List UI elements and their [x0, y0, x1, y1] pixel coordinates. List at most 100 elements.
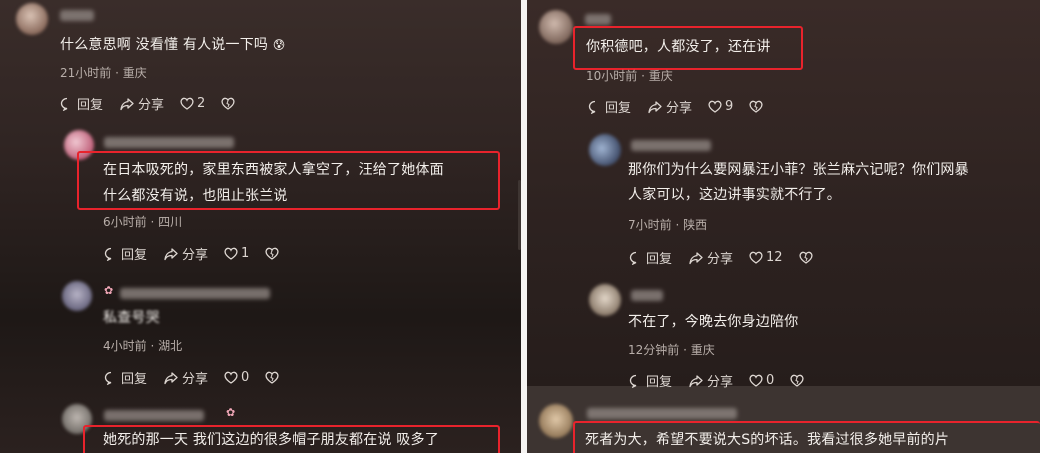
- broken-heart-icon: [265, 371, 279, 384]
- dislike-button[interactable]: [799, 251, 816, 264]
- comment-actions: 回复 分享 9: [588, 97, 782, 116]
- comment-text: 死者为大，希望不要说大S的坏话。我看过很多她早前的片: [585, 430, 1037, 450]
- reply-icon: [588, 100, 596, 114]
- comment-text: 什么意思啊 没看懂 有人说一下吗 😰: [60, 35, 285, 55]
- reply-label: 回复: [121, 372, 148, 387]
- share-button[interactable]: 分享: [163, 244, 208, 263]
- reply-label: 回复: [77, 98, 104, 113]
- flower-icon: ✿: [226, 406, 236, 419]
- comment-text-content: 你积德吧，人都没了，还在讲: [586, 39, 771, 55]
- share-button[interactable]: 分享: [688, 248, 733, 267]
- like-button[interactable]: 0: [749, 373, 774, 388]
- left-comment-screenshot: 什么意思啊 没看懂 有人说一下吗 😰 21小时前 · 重庆 回复 分享 2 在日…: [0, 0, 521, 453]
- right-comment-screenshot: 你积德吧，人都没了，还在讲 10小时前 · 重庆 回复 分享 9 那你们为什么要…: [527, 0, 1040, 453]
- comment-meta: 21小时前 · 重庆: [60, 64, 147, 81]
- broken-heart-icon: [265, 247, 279, 260]
- broken-heart-icon: [749, 100, 763, 113]
- comment-actions: 回复 分享 2: [60, 94, 254, 113]
- broken-heart-icon: [221, 97, 235, 110]
- share-label: 分享: [182, 248, 209, 263]
- comment-meta: 12分钟前 · 重庆: [628, 341, 715, 358]
- share-icon: [164, 371, 178, 384]
- comment-meta: 7小时前 · 陕西: [628, 216, 707, 233]
- dislike-button[interactable]: [749, 100, 766, 113]
- share-button[interactable]: 分享: [688, 371, 733, 390]
- comment-location: 四川: [158, 215, 183, 229]
- heart-icon: [224, 371, 238, 384]
- share-icon: [120, 97, 134, 110]
- comment-time: 4小时前: [103, 339, 147, 353]
- reply-button[interactable]: 回复: [60, 94, 103, 113]
- reply-label: 回复: [605, 101, 632, 116]
- username-blurred[interactable]: [60, 10, 94, 21]
- separator: ·: [641, 69, 645, 83]
- username-blurred[interactable]: [587, 408, 737, 419]
- heart-icon: [224, 247, 238, 260]
- share-button[interactable]: 分享: [647, 97, 692, 116]
- comment-line: 那你们为什么要网暴汪小菲？张兰麻六记呢？你们网暴: [628, 162, 969, 178]
- like-count: 2: [197, 96, 206, 111]
- comment-actions: 回复 分享 1: [104, 244, 298, 263]
- like-button[interactable]: 2: [180, 96, 205, 111]
- share-button[interactable]: 分享: [119, 94, 164, 113]
- reply-button[interactable]: 回复: [629, 248, 672, 267]
- comment-line: 在日本吸死的，家里东西被家人拿空了，汪给了她体面: [103, 162, 444, 178]
- comment-text: 她死的那一天 我们这边的很多帽子朋友都在说 吸多了: [103, 430, 439, 450]
- heart-icon: [749, 374, 763, 387]
- dislike-button[interactable]: [265, 371, 282, 384]
- avatar[interactable]: [539, 404, 573, 438]
- like-count: 12: [766, 250, 783, 265]
- like-count: 1: [241, 246, 250, 261]
- avatar[interactable]: [589, 134, 621, 166]
- username-blurred[interactable]: [631, 290, 663, 301]
- comment-line: 人家可以，这边讲事实就不行了。: [628, 187, 841, 203]
- share-icon: [164, 247, 178, 260]
- reply-icon: [629, 251, 637, 265]
- dislike-button[interactable]: [221, 97, 238, 110]
- heart-icon: [180, 97, 194, 110]
- like-button[interactable]: 1: [224, 246, 249, 261]
- comment-meta: 4小时前 · 湖北: [103, 337, 182, 354]
- comment-meta: 10小时前 · 重庆: [586, 67, 673, 84]
- like-count: 9: [725, 99, 734, 114]
- comment-text-content: 私查号哭: [103, 310, 160, 326]
- reply-button[interactable]: 回复: [104, 244, 147, 263]
- comment-text: 那你们为什么要网暴汪小菲？张兰麻六记呢？你们网暴 人家可以，这边讲事实就不行了。: [628, 160, 969, 205]
- reply-icon: [104, 247, 112, 261]
- username-blurred[interactable]: [104, 137, 234, 148]
- comment-time: 7小时前: [628, 218, 672, 232]
- comment-location: 陕西: [683, 218, 708, 232]
- comment-text: 在日本吸死的，家里东西被家人拿空了，汪给了她体面 什么都没有说，也阻止张兰说: [103, 160, 444, 206]
- like-button[interactable]: 9: [708, 99, 733, 114]
- share-label: 分享: [182, 372, 209, 387]
- like-count: 0: [241, 370, 250, 385]
- comment-actions: 回复 分享 0: [629, 371, 823, 390]
- reply-label: 回复: [646, 252, 673, 267]
- separator: ·: [150, 339, 155, 353]
- share-button[interactable]: 分享: [163, 368, 208, 387]
- dislike-button[interactable]: [265, 247, 282, 260]
- username-blurred[interactable]: [631, 140, 711, 151]
- username-blurred[interactable]: [585, 14, 611, 25]
- comment-location: 重庆: [648, 69, 673, 83]
- comment-text: 你积德吧，人都没了，还在讲: [586, 37, 771, 57]
- avatar[interactable]: [16, 3, 48, 35]
- like-button[interactable]: 12: [749, 250, 783, 265]
- comment-location: 重庆: [122, 66, 147, 80]
- reply-button[interactable]: 回复: [104, 368, 147, 387]
- flower-icon: ✿: [104, 284, 114, 297]
- comment-text-content: 她死的那一天 我们这边的很多帽子朋友都在说 吸多了: [103, 432, 439, 448]
- avatar[interactable]: [539, 10, 573, 44]
- like-button[interactable]: 0: [224, 370, 249, 385]
- avatar[interactable]: [589, 284, 621, 316]
- share-icon: [648, 100, 662, 113]
- username-blurred[interactable]: [104, 410, 204, 421]
- reply-button[interactable]: 回复: [629, 371, 672, 390]
- comment-time: 21小时前: [60, 66, 112, 80]
- avatar[interactable]: [62, 281, 92, 311]
- dislike-button[interactable]: [790, 374, 807, 387]
- share-label: 分享: [707, 375, 734, 390]
- reply-button[interactable]: 回复: [588, 97, 631, 116]
- comment-line: 什么都没有说，也阻止张兰说: [103, 188, 288, 204]
- username-blurred[interactable]: [120, 288, 270, 299]
